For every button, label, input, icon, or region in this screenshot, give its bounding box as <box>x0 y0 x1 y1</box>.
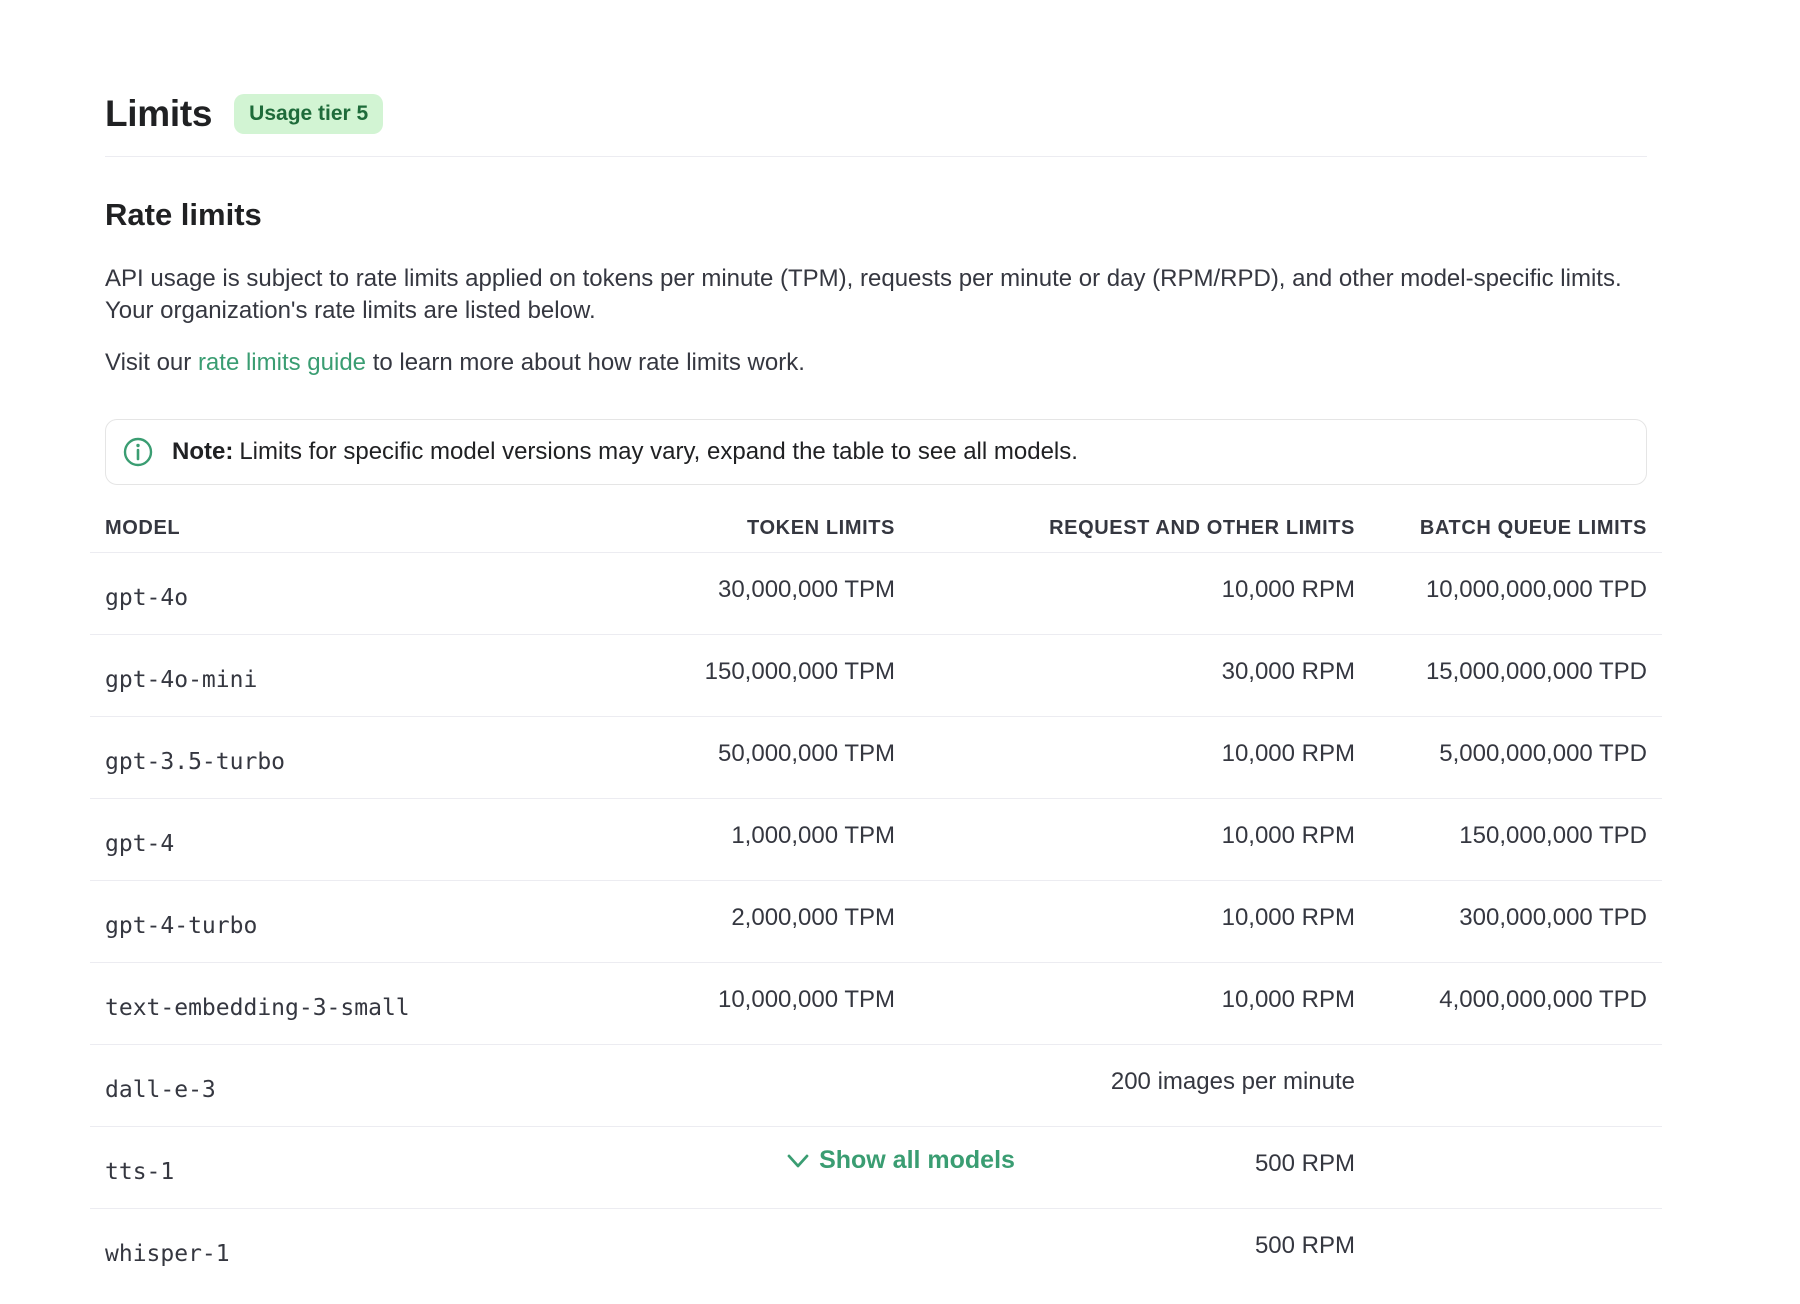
table-header-row: MODEL TOKEN LIMITS REQUEST AND OTHER LIM… <box>90 503 1662 553</box>
model-name: dall-e-3 <box>90 1044 560 1127</box>
show-all-models-button[interactable]: Show all models <box>0 1146 1800 1175</box>
token-limit: 2,000,000 TPM <box>560 880 910 963</box>
token-limit: 1,000,000 TPM <box>560 798 910 881</box>
table-row: gpt-3.5-turbo 50,000,000 TPM 10,000 RPM … <box>90 716 1662 799</box>
batch-queue-limit: 150,000,000 TPD <box>1370 798 1662 881</box>
page-title: Limits <box>105 93 213 134</box>
column-header-model: MODEL <box>90 503 560 553</box>
model-name: whisper-1 <box>105 1240 230 1267</box>
visit-prefix: Visit our <box>105 349 192 376</box>
table-row: gpt-4 1,000,000 TPM 10,000 RPM 150,000,0… <box>90 798 1662 881</box>
info-icon <box>122 436 154 468</box>
token-limit <box>560 1209 910 1291</box>
rate-limits-description: API usage is subject to rate limits appl… <box>105 265 1622 324</box>
table-row: gpt-4o 30,000,000 TPM 10,000 RPM 10,000,… <box>90 552 1662 635</box>
visit-suffix: to learn more about how rate limits work… <box>372 349 805 376</box>
batch-queue-limit: 4,000,000,000 TPD <box>1370 962 1662 1045</box>
table-row: text-embedding-3-small 10,000,000 TPM 10… <box>90 962 1662 1045</box>
table-row: whisper-1 500 RPM <box>90 1209 1662 1291</box>
request-limit: 500 RPM <box>1254 1231 1355 1259</box>
usage-tier-badge: Usage tier 5 <box>234 94 384 134</box>
batch-queue-limit <box>1370 1044 1662 1127</box>
token-limit <box>560 1044 910 1127</box>
request-limit: 10,000 RPM <box>910 962 1370 1045</box>
model-name: gpt-4-turbo <box>90 880 560 963</box>
batch-queue-limit: 10,000,000,000 TPD <box>1370 552 1662 635</box>
batch-queue-limit <box>1370 1209 1662 1291</box>
note-text: Limits for specific model versions may v… <box>239 438 1078 465</box>
table-row: dall-e-3 200 images per minute <box>90 1044 1662 1127</box>
request-limit: 10,000 RPM <box>910 880 1370 963</box>
rate-limits-heading: Rate limits <box>105 197 262 232</box>
guide-paragraph: Visit our rate limits guide to learn mor… <box>105 347 1647 379</box>
column-header-batch-queue-limits: BATCH QUEUE LIMITS <box>1370 503 1662 553</box>
request-limit: 10,000 RPM <box>910 552 1370 635</box>
token-limit: 150,000,000 TPM <box>560 634 910 717</box>
note-banner: Note: Limits for specific model versions… <box>105 419 1647 485</box>
request-limit: 10,000 RPM <box>910 798 1370 881</box>
chevron-down-icon <box>785 1148 811 1174</box>
model-name: text-embedding-3-small <box>90 962 560 1045</box>
table-row: gpt-4o-mini 150,000,000 TPM 30,000 RPM 1… <box>90 634 1662 717</box>
request-limit: 30,000 RPM <box>910 634 1370 717</box>
batch-queue-limit: 5,000,000,000 TPD <box>1370 716 1662 799</box>
model-name: gpt-4o-mini <box>90 634 560 717</box>
request-limit: 200 images per minute <box>910 1044 1370 1127</box>
model-name: gpt-4 <box>90 798 560 881</box>
rate-limits-guide-link[interactable]: rate limits guide <box>198 349 366 376</box>
model-name: gpt-4o <box>90 552 560 635</box>
column-header-request-limits: REQUEST AND OTHER LIMITS <box>910 503 1370 553</box>
token-limit: 50,000,000 TPM <box>560 716 910 799</box>
note-label: Note: <box>172 438 234 465</box>
batch-queue-limit: 300,000,000 TPD <box>1370 880 1662 963</box>
model-name: gpt-3.5-turbo <box>90 716 560 799</box>
batch-queue-limit: 15,000,000,000 TPD <box>1370 634 1662 717</box>
token-limit: 10,000,000 TPM <box>560 962 910 1045</box>
page-header: Limits Usage tier 5 <box>105 84 1647 157</box>
request-limit: 10,000 RPM <box>910 716 1370 799</box>
show-all-models-label: Show all models <box>819 1146 1015 1174</box>
token-limit: 30,000,000 TPM <box>560 552 910 635</box>
limits-page: Limits Usage tier 5 Rate limits API usag… <box>90 84 1662 1290</box>
table-row: gpt-4-turbo 2,000,000 TPM 10,000 RPM 300… <box>90 880 1662 963</box>
column-header-token-limits: TOKEN LIMITS <box>560 503 910 553</box>
